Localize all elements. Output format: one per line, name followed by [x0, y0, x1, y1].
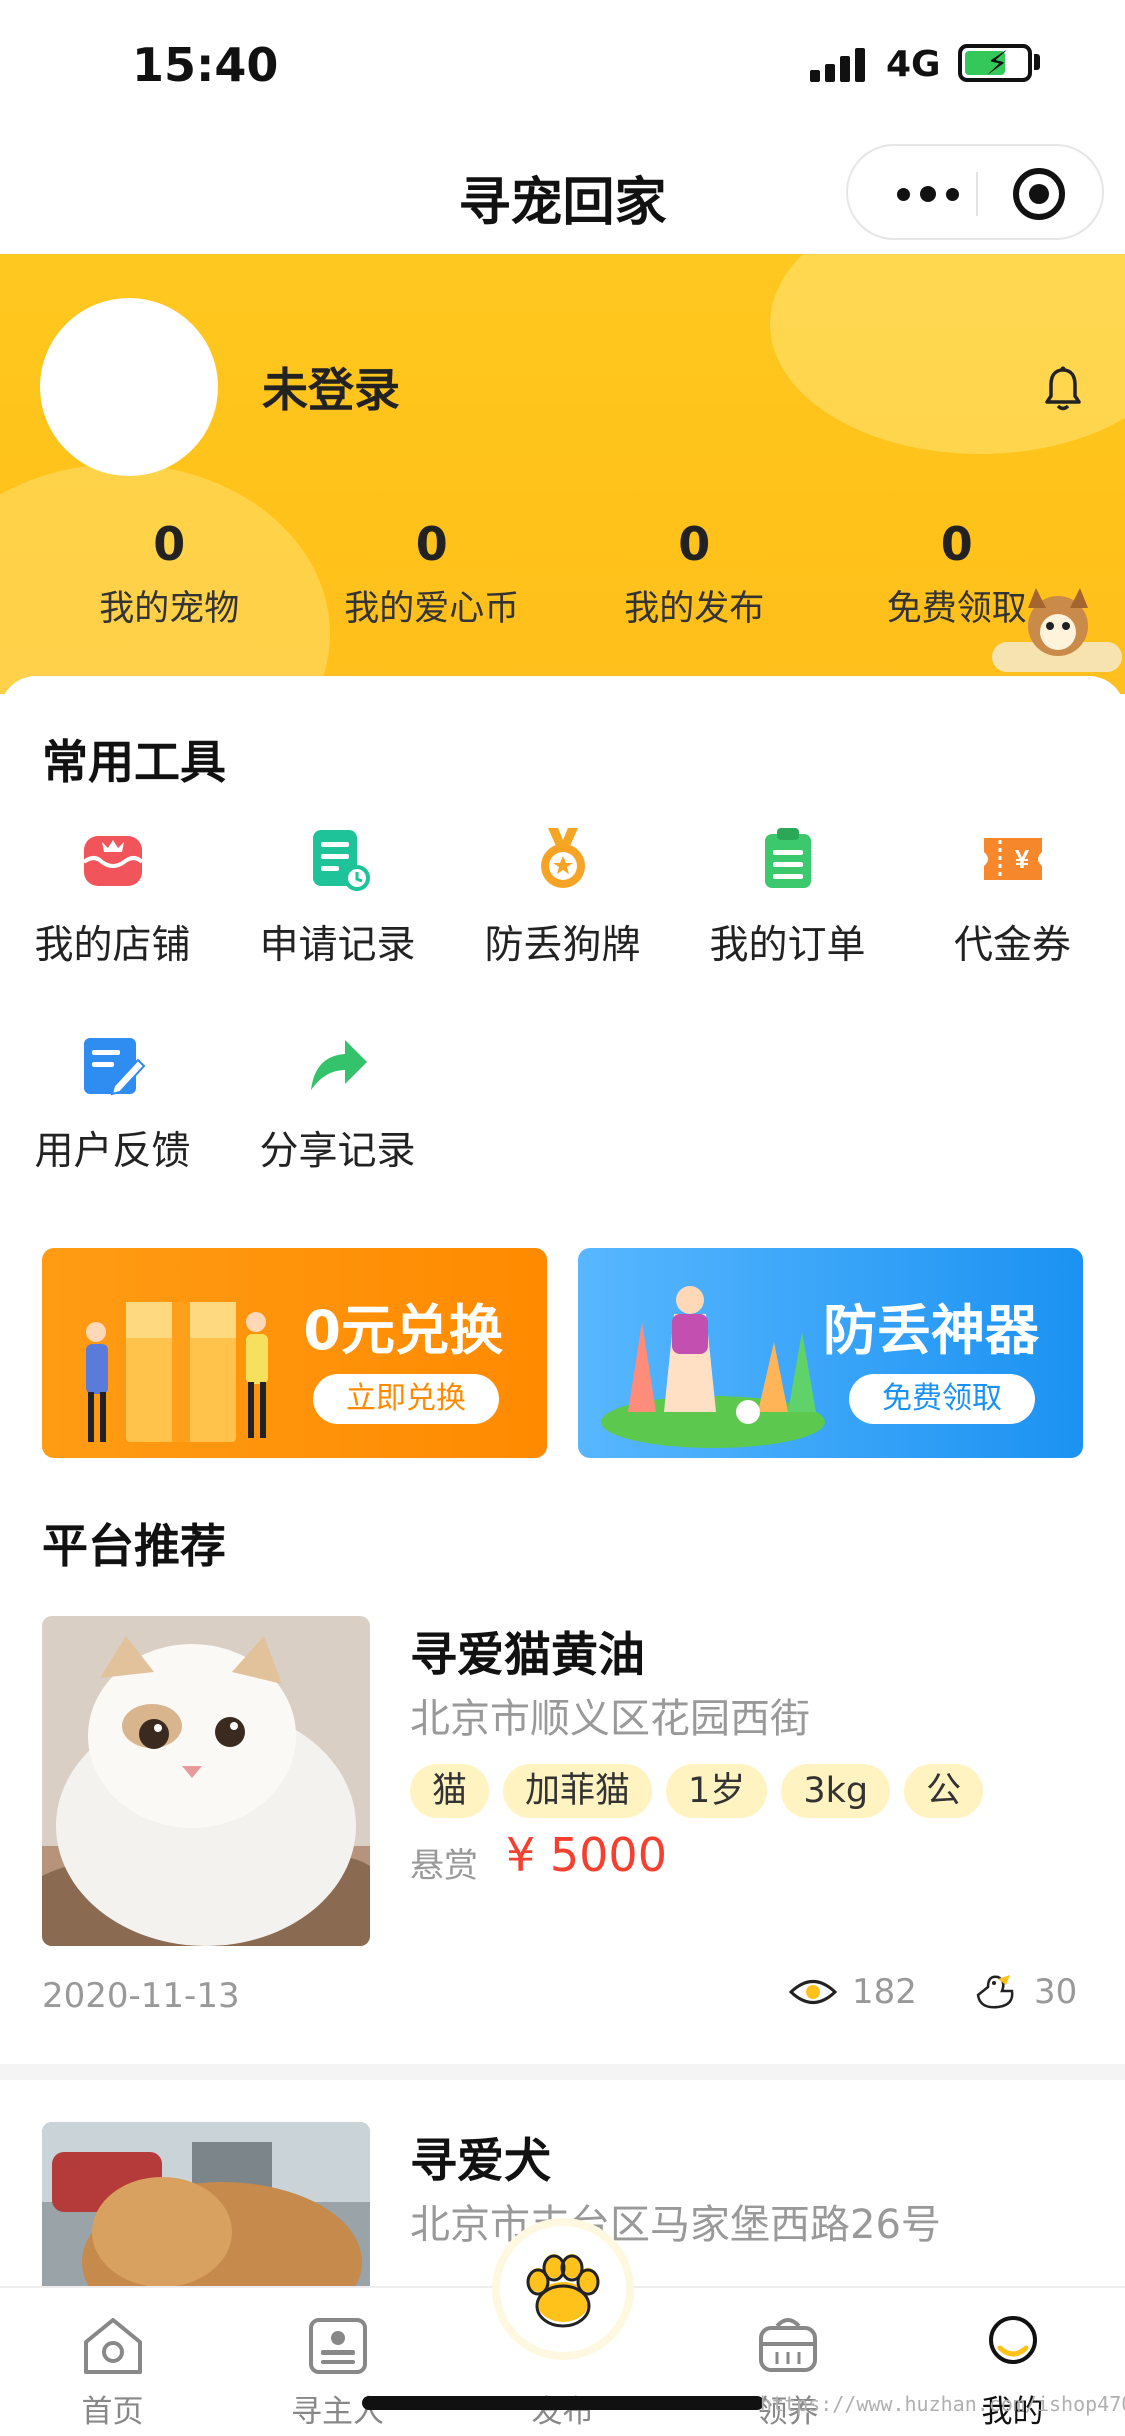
pet-tag: 猫 [410, 1764, 490, 1818]
stat-value: 0 [940, 517, 973, 571]
stat-value: 0 [678, 517, 711, 571]
banner-title: 0元兑换 [303, 1299, 503, 1362]
paw-icon [526, 2254, 600, 2328]
tool-user-feedback[interactable]: 用户反馈 [0, 1032, 225, 1192]
watermark-text: https://www.huzhan.com/ishop47020 [760, 2392, 1125, 2416]
tool-label: 代金券 [953, 923, 1071, 968]
more-icon[interactable] [878, 170, 978, 218]
views-count: 182 [788, 1972, 917, 2012]
pet-card[interactable]: 寻爱猫黄油 北京市顺义区花园西街 猫 加菲猫 1岁 3kg 公 悬赏 ¥ 500… [0, 1616, 1125, 2021]
profile-icon [989, 2316, 1037, 2364]
find-owner-icon [309, 2318, 367, 2374]
feedback-edit-icon [84, 1038, 146, 1096]
profile-stats: 0 我的宠物 0 我的爱心币 0 我的发布 0 免费领取 [38, 516, 1088, 636]
tab-home[interactable]: 首页 [0, 2288, 225, 2436]
tab-find-owner[interactable]: 寻主人 [225, 2288, 450, 2436]
pet-tags: 猫 加菲猫 1岁 3kg 公 [410, 1764, 984, 1818]
tools-title: 常用工具 [42, 735, 226, 789]
network-label: 4G [886, 44, 941, 85]
publish-button[interactable] [500, 2226, 626, 2352]
stat-love-coins[interactable]: 0 我的爱心币 [301, 516, 564, 636]
reward-label: 悬赏 [410, 1846, 478, 1886]
share-arrow-icon [311, 1040, 367, 1090]
likes-value: 30 [1034, 1972, 1078, 2012]
reward-amount: ¥ 5000 [506, 1828, 667, 1882]
pet-name: 寻爱犬 [410, 2134, 551, 2189]
stat-value: 0 [415, 517, 448, 571]
status-time: 15:40 [132, 38, 279, 92]
tool-application-record[interactable]: 申请记录 [225, 826, 450, 986]
stat-my-pets[interactable]: 0 我的宠物 [38, 516, 301, 636]
application-record-icon [313, 830, 370, 891]
bell-icon[interactable] [1044, 366, 1082, 412]
banner-title: 防丢神器 [823, 1299, 1039, 1362]
tool-coupon[interactable]: ¥ 代金券 [900, 826, 1125, 986]
duck-icon [976, 1975, 1014, 2009]
pet-address: 北京市顺义区花园西街 [410, 1696, 810, 1742]
cat-photo [42, 1616, 370, 1946]
card-separator [0, 2064, 1125, 2080]
tool-label: 分享记录 [259, 1129, 416, 1174]
anti-lost-banner[interactable]: 防丢神器 免费领取 [578, 1248, 1083, 1458]
nav-bar: 寻宠回家 [0, 130, 1125, 254]
likes-count: 30 [972, 1972, 1077, 2012]
battery-tip [1034, 54, 1040, 70]
pet-tag: 1岁 [666, 1764, 768, 1818]
pet-photo [42, 1616, 370, 1946]
stat-value: 0 [153, 517, 186, 571]
tool-anti-lost-tag[interactable]: 防丢狗牌 [450, 826, 675, 986]
content-card: 常用工具 我的店铺 申请记录 防丢狗牌 我的订单 ¥ 代金券 用户反馈 分享记录… [0, 676, 1125, 2436]
tool-label: 用户反馈 [34, 1129, 191, 1174]
svg-text:¥: ¥ [1015, 844, 1030, 874]
stat-label: 我的发布 [624, 589, 765, 629]
battery-icon: ⚡ [958, 44, 1032, 82]
tool-label: 防丢狗牌 [484, 923, 641, 968]
order-clipboard-icon [765, 828, 811, 888]
views-value: 182 [852, 1972, 917, 2012]
tab-label: 首页 [81, 2394, 144, 2430]
stat-label: 我的爱心币 [344, 589, 520, 629]
miniprogram-capsule [846, 144, 1104, 240]
user-name[interactable]: 未登录 [262, 354, 400, 420]
tool-my-shop[interactable]: 我的店铺 [0, 826, 225, 986]
capsule-divider [976, 172, 978, 216]
coupon-icon: ¥ [984, 838, 1042, 880]
pet-carrier-icon [759, 2318, 817, 2372]
tool-my-orders[interactable]: 我的订单 [675, 826, 900, 986]
recommend-title: 平台推荐 [42, 1519, 226, 1573]
medal-icon [541, 828, 585, 888]
signal-icon [810, 46, 868, 82]
profile-header: 未登录 0 我的宠物 0 我的爱心币 0 我的发布 0 免费领取 [0, 254, 1125, 694]
stat-label: 我的宠物 [99, 589, 240, 629]
shop-icon [82, 836, 144, 886]
pet-tag: 3kg [781, 1764, 891, 1818]
avatar[interactable] [40, 298, 218, 476]
home-icon [84, 2318, 142, 2374]
stat-my-posts[interactable]: 0 我的发布 [563, 516, 826, 636]
tool-label: 我的店铺 [34, 923, 191, 968]
pet-address: 北京市丰台区马家堡西路26号 [410, 2202, 941, 2248]
gift-box-illustration [86, 1302, 268, 1442]
garden-illustration [601, 1286, 825, 1448]
eye-icon [788, 1980, 838, 2004]
post-date: 2020-11-13 [42, 1976, 240, 2016]
tool-label: 申请记录 [259, 923, 416, 968]
free-claim-button[interactable]: 免费领取 [849, 1374, 1035, 1424]
decor-bubble [770, 254, 1125, 454]
home-indicator [362, 2396, 764, 2410]
tool-label: 我的订单 [709, 923, 866, 968]
status-bar: 15:40 4G ⚡ [0, 0, 1125, 130]
pet-name: 寻爱猫黄油 [410, 1628, 645, 1683]
tool-share-record[interactable]: 分享记录 [225, 1032, 450, 1192]
pet-tag: 公 [904, 1764, 984, 1818]
pet-tag: 加菲猫 [503, 1764, 653, 1818]
exchange-banner[interactable]: 0元兑换 立即兑换 [42, 1248, 547, 1458]
close-target-icon[interactable] [1013, 168, 1065, 220]
exchange-now-button[interactable]: 立即兑换 [313, 1374, 499, 1424]
